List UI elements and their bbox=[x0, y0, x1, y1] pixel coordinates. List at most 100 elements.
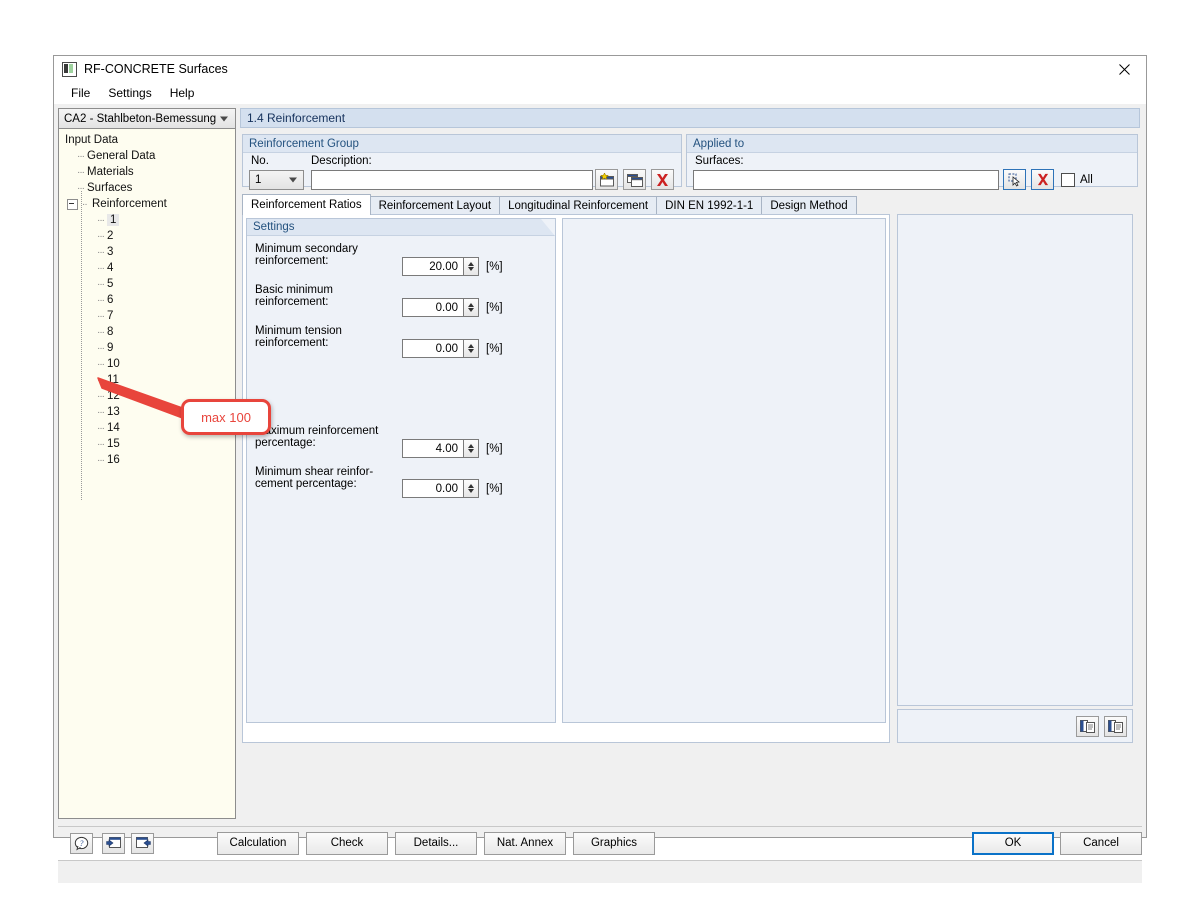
min-shear-reinforcement-percentage-input[interactable]: 0.00 bbox=[402, 479, 464, 498]
tree-item-rg-6[interactable]: ··· 6 bbox=[59, 292, 235, 308]
field-value: 0.00 bbox=[435, 482, 458, 495]
graphics-button[interactable]: Graphics bbox=[573, 831, 655, 855]
tree-item-input-data[interactable]: Input Data bbox=[59, 132, 235, 148]
tab-label: Design Method bbox=[770, 200, 848, 212]
tree-item-rg-16[interactable]: ··· 16 bbox=[59, 452, 235, 468]
menu-file[interactable]: File bbox=[62, 84, 99, 102]
tree-item-rg-11[interactable]: ··· 11 bbox=[59, 372, 235, 388]
field-basic-min-reinforcement-control: 0.00 [%] bbox=[402, 298, 503, 317]
tree-item-general-data[interactable]: ··· General Data bbox=[59, 148, 235, 164]
check-button[interactable]: Check bbox=[306, 831, 388, 855]
tree-item-reinforcement[interactable]: ·· Reinforcement bbox=[59, 196, 235, 212]
tree-item-label: 6 bbox=[107, 294, 114, 306]
min-tension-reinforcement-input[interactable]: 0.00 bbox=[402, 339, 464, 358]
all-checkbox-wrap[interactable]: All bbox=[1061, 173, 1093, 187]
tree-item-rg-15[interactable]: ··· 15 bbox=[59, 436, 235, 452]
all-checkbox[interactable] bbox=[1061, 173, 1075, 187]
group-no-combo[interactable]: 1 bbox=[249, 170, 304, 190]
basic-min-reinforcement-input[interactable]: 0.00 bbox=[402, 298, 464, 317]
settings-group-title: Settings bbox=[247, 219, 555, 236]
tree-dash-icon: ··· bbox=[97, 278, 105, 290]
nat-annex-button[interactable]: Nat. Annex bbox=[484, 831, 566, 855]
help-button[interactable]: ? bbox=[70, 832, 93, 854]
group-description-input[interactable] bbox=[311, 170, 593, 190]
tree-item-rg-7[interactable]: ··· 7 bbox=[59, 308, 235, 324]
design-case-combo[interactable]: CA2 - Stahlbeton-Bemessung bbox=[58, 108, 236, 129]
copy-group-button[interactable] bbox=[623, 169, 646, 190]
calculation-button[interactable]: Calculation bbox=[217, 831, 299, 855]
stepper-down-icon[interactable] bbox=[468, 349, 474, 353]
stepper-up-icon[interactable] bbox=[468, 484, 474, 488]
screenshot-root: RF-CONCRETE Surfaces File Settings Help … bbox=[0, 0, 1200, 900]
tree-dash-icon: ··· bbox=[77, 166, 85, 178]
min-secondary-reinforcement-input[interactable]: 20.00 bbox=[402, 257, 464, 276]
pick-surfaces-button[interactable] bbox=[1003, 169, 1026, 190]
tree-item-materials[interactable]: ··· Materials bbox=[59, 164, 235, 180]
design-case-value: CA2 - Stahlbeton-Bemessung bbox=[64, 112, 217, 125]
delete-group-button[interactable] bbox=[651, 169, 674, 190]
menu-help[interactable]: Help bbox=[161, 84, 204, 102]
details-button[interactable]: Details... bbox=[395, 831, 477, 855]
field-min-secondary-reinforcement: Minimum secondary reinforcement: bbox=[255, 243, 358, 267]
field-label-line2: reinforcement: bbox=[255, 255, 329, 267]
tree-item-rg-5[interactable]: ··· 5 bbox=[59, 276, 235, 292]
tree-item-label: 11 bbox=[107, 374, 119, 386]
min-shear-reinforcement-percentage-stepper[interactable] bbox=[464, 479, 479, 498]
tab-design-method[interactable]: Design Method bbox=[761, 196, 857, 215]
tree-item-label: 14 bbox=[107, 422, 120, 434]
menu-settings[interactable]: Settings bbox=[99, 84, 160, 102]
stepper-down-icon[interactable] bbox=[468, 267, 474, 271]
stepper-down-icon[interactable] bbox=[468, 489, 474, 493]
tree-item-label: 10 bbox=[107, 358, 120, 370]
max-reinforcement-percentage-stepper[interactable] bbox=[464, 439, 479, 458]
rf-concrete-surfaces-window: RF-CONCRETE Surfaces File Settings Help … bbox=[53, 55, 1147, 883]
tab-label: Longitudinal Reinforcement bbox=[508, 200, 649, 212]
min-tension-reinforcement-stepper[interactable] bbox=[464, 339, 479, 358]
tree-item-rg-1[interactable]: ··· 1 bbox=[59, 212, 235, 228]
stepper-up-icon[interactable] bbox=[468, 303, 474, 307]
tab-reinforcement-layout[interactable]: Reinforcement Layout bbox=[369, 196, 501, 215]
min-secondary-reinforcement-stepper[interactable] bbox=[464, 257, 479, 276]
close-icon[interactable] bbox=[1102, 56, 1146, 82]
group-description-label: Description: bbox=[311, 155, 372, 167]
stepper-down-icon[interactable] bbox=[468, 308, 474, 312]
copy-to-clipboard-button-2[interactable] bbox=[1104, 715, 1127, 737]
stepper-up-icon[interactable] bbox=[468, 262, 474, 266]
tree-item-label: 13 bbox=[107, 406, 120, 418]
new-group-button[interactable] bbox=[595, 169, 618, 190]
tab-din-en-1992-1-1[interactable]: DIN EN 1992-1-1 bbox=[656, 196, 763, 215]
tree-item-rg-9[interactable]: ··· 9 bbox=[59, 340, 235, 356]
next-button[interactable] bbox=[131, 832, 154, 854]
tree-item-rg-2[interactable]: ··· 2 bbox=[59, 228, 235, 244]
tree-item-label: 7 bbox=[107, 310, 114, 322]
button-label: Graphics bbox=[590, 837, 638, 849]
cancel-button[interactable]: Cancel bbox=[1060, 831, 1142, 855]
tree-item-label: 15 bbox=[107, 438, 120, 450]
stepper-up-icon[interactable] bbox=[468, 444, 474, 448]
stepper-up-icon[interactable] bbox=[468, 344, 474, 348]
field-min-tension-reinforcement: Minimum tension reinforcement: bbox=[255, 325, 342, 349]
stepper-down-icon[interactable] bbox=[468, 449, 474, 453]
tree-item-rg-10[interactable]: ··· 10 bbox=[59, 356, 235, 372]
basic-min-reinforcement-stepper[interactable] bbox=[464, 298, 479, 317]
collapse-expander-icon[interactable] bbox=[67, 198, 78, 210]
tree-item-surfaces[interactable]: ··· Surfaces bbox=[59, 180, 235, 196]
copy-to-clipboard-button[interactable] bbox=[1076, 715, 1099, 737]
field-unit: [%] bbox=[486, 442, 503, 455]
all-checkbox-label: All bbox=[1080, 174, 1093, 186]
tab-label: Reinforcement Ratios bbox=[251, 199, 362, 211]
ok-button[interactable]: OK bbox=[972, 831, 1054, 855]
tree-item-label: Surfaces bbox=[87, 182, 133, 194]
tree-item-rg-3[interactable]: ··· 3 bbox=[59, 244, 235, 260]
tree-item-rg-8[interactable]: ··· 8 bbox=[59, 324, 235, 340]
button-label: Details... bbox=[413, 837, 459, 849]
tab-reinforcement-ratios[interactable]: Reinforcement Ratios bbox=[242, 194, 371, 215]
max-reinforcement-percentage-input[interactable]: 4.00 bbox=[402, 439, 464, 458]
surfaces-input[interactable] bbox=[693, 170, 999, 190]
previous-button[interactable] bbox=[102, 832, 125, 854]
page-title-text: 1.4 Reinforcement bbox=[247, 111, 346, 125]
tab-longitudinal-reinforcement[interactable]: Longitudinal Reinforcement bbox=[499, 196, 658, 215]
clear-surfaces-button[interactable] bbox=[1031, 169, 1054, 190]
field-label-line2: percentage: bbox=[255, 437, 316, 449]
tree-item-rg-4[interactable]: ··· 4 bbox=[59, 260, 235, 276]
